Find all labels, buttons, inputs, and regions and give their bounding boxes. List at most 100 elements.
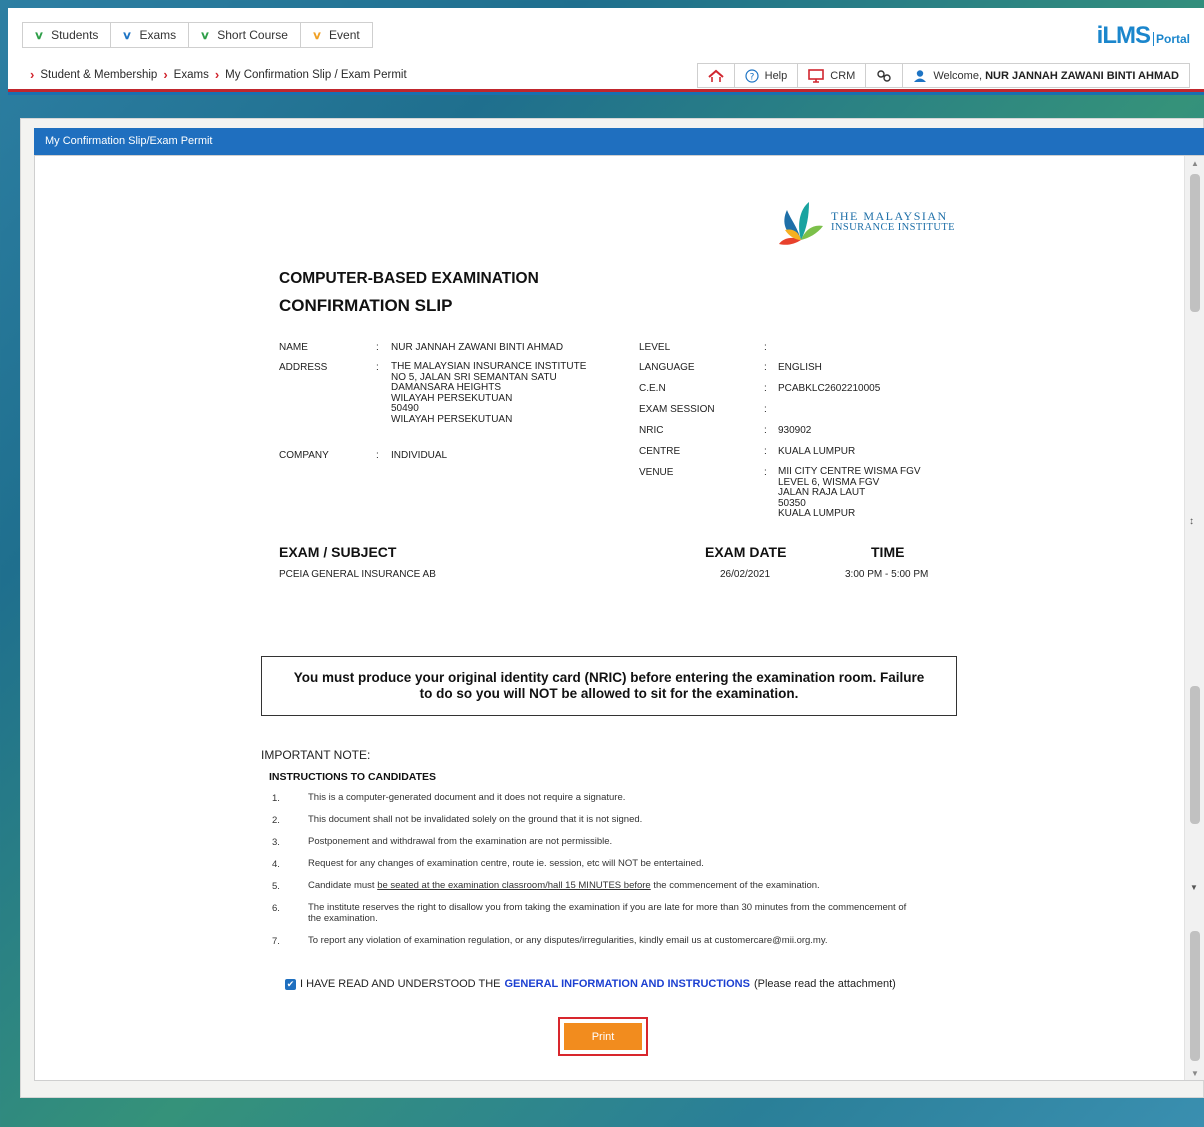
company-value: INDIVIDUAL bbox=[391, 450, 448, 461]
name-value: NUR JANNAH ZAWANI BINTI AHMAD bbox=[391, 342, 564, 353]
breadcrumb-student-membership[interactable]: Student & Membership bbox=[40, 69, 157, 81]
name-label: NAME bbox=[279, 342, 308, 353]
breadcrumb: › Student & Membership › Exams › My Conf… bbox=[30, 67, 407, 82]
scrollbar[interactable]: ▲ ↕ ▼ ▼ bbox=[1184, 156, 1204, 1080]
institute-line1: THE MALAYSIAN bbox=[831, 209, 948, 223]
crm-button[interactable]: CRM bbox=[798, 64, 867, 87]
menu-short-course-label: Short Course bbox=[217, 28, 288, 42]
chevron-right-icon: › bbox=[163, 67, 168, 82]
colon: : bbox=[764, 446, 767, 457]
instruction-number: 4. bbox=[272, 859, 280, 870]
menu-students[interactable]: ∨ Students bbox=[22, 22, 112, 48]
menu-event[interactable]: ∨ Event bbox=[299, 22, 373, 48]
chevron-down-icon: ∨ bbox=[199, 29, 211, 42]
time-value: 3:00 PM - 5:00 PM bbox=[845, 569, 929, 580]
home-button[interactable] bbox=[698, 64, 735, 87]
address-value: THE MALAYSIAN INSURANCE INSTITUTE NO 5, … bbox=[391, 361, 587, 425]
instruction-text: To report any violation of examination r… bbox=[308, 935, 828, 946]
help-button[interactable]: ? Help bbox=[735, 64, 799, 87]
colon: : bbox=[764, 404, 767, 415]
help-icon: ? bbox=[745, 68, 759, 83]
agreement: ✔ I HAVE READ AND UNDERSTOOD THE GENERAL… bbox=[285, 978, 896, 990]
user-menu[interactable]: Welcome, NUR JANNAH ZAWANI BINTI AHMAD bbox=[903, 64, 1189, 87]
nric-value: 930902 bbox=[778, 425, 812, 436]
venue-label: VENUE bbox=[639, 467, 674, 478]
scroll-up-icon[interactable]: ▲ bbox=[1185, 156, 1204, 172]
instruction-text: The institute reserves the right to disa… bbox=[308, 902, 907, 924]
scroll-down-small-icon[interactable]: ▼ bbox=[1190, 883, 1198, 892]
scroll-resize-icon: ↕ bbox=[1189, 516, 1194, 527]
exam-session-label: EXAM SESSION bbox=[639, 404, 715, 415]
scroll-down-icon[interactable]: ▼ bbox=[1185, 1066, 1204, 1080]
breadcrumb-exams[interactable]: Exams bbox=[174, 69, 209, 81]
instructions-heading: INSTRUCTIONS TO CANDIDATES bbox=[269, 771, 437, 783]
instruction-text: Postponement and withdrawal from the exa… bbox=[308, 836, 613, 847]
scroll-thumb[interactable] bbox=[1190, 686, 1200, 824]
main-menu: ∨ Students ∨ Exams ∨ Short Course ∨ Even… bbox=[22, 22, 373, 48]
logo-portal: Portal bbox=[1152, 32, 1190, 46]
colon: : bbox=[764, 342, 767, 353]
exam-subject-header: EXAM / SUBJECT bbox=[279, 544, 397, 560]
ilms-portal-logo[interactable]: iLMS Portal bbox=[1097, 22, 1190, 50]
colon: : bbox=[764, 425, 767, 436]
logo-brand: iLMS bbox=[1096, 22, 1151, 49]
help-label: Help bbox=[764, 69, 788, 82]
menu-short-course[interactable]: ∨ Short Course bbox=[188, 22, 301, 48]
cen-label: C.E.N bbox=[639, 383, 666, 394]
doc-title: COMPUTER-BASED EXAMINATION bbox=[279, 270, 539, 287]
nric-notice: You must produce your original identity … bbox=[261, 656, 957, 716]
instruction-number: 7. bbox=[272, 936, 280, 947]
menu-students-label: Students bbox=[51, 28, 99, 42]
instruction-text: This is a computer-generated document an… bbox=[308, 792, 626, 803]
important-note: IMPORTANT NOTE: bbox=[261, 748, 371, 762]
main-panel: My Confirmation Slip/Exam Permit THE MAL… bbox=[20, 118, 1204, 1098]
agreement-checkbox[interactable]: ✔ bbox=[285, 978, 296, 990]
breadcrumb-current: My Confirmation Slip / Exam Permit bbox=[225, 68, 407, 81]
scroll-thumb[interactable] bbox=[1190, 931, 1200, 1061]
nric-label: NRIC bbox=[639, 425, 664, 436]
address-label: ADDRESS bbox=[279, 362, 328, 373]
menu-event-label: Event bbox=[329, 28, 360, 42]
exam-subject-value: PCEIA GENERAL INSURANCE AB bbox=[279, 569, 436, 580]
chevron-down-icon: ∨ bbox=[122, 29, 133, 42]
menu-exams[interactable]: ∨ Exams bbox=[110, 22, 190, 48]
chevron-down-icon: ∨ bbox=[311, 29, 323, 42]
venue-value: MII CITY CENTRE WISMA FGV LEVEL 6, WISMA… bbox=[778, 466, 921, 519]
language-value: ENGLISH bbox=[778, 362, 822, 373]
instruction-number: 6. bbox=[272, 903, 280, 914]
menu-exams-label: Exams bbox=[139, 28, 177, 42]
institute-name: THE MALAYSIAN INSURANCE INSTITUTE bbox=[831, 209, 955, 233]
monitor-icon bbox=[808, 68, 825, 83]
agreement-text: I HAVE READ AND UNDERSTOOD THE bbox=[300, 978, 501, 990]
centre-label: CENTRE bbox=[639, 446, 681, 457]
crm-label: CRM bbox=[830, 69, 856, 82]
confirmation-slip-document: THE MALAYSIAN INSURANCE INSTITUTE COMPUT… bbox=[34, 155, 1204, 1081]
colon: : bbox=[764, 362, 767, 373]
exam-date-value: 26/02/2021 bbox=[720, 569, 771, 580]
user-name: NUR JANNAH ZAWANI BINTI AHMAD bbox=[985, 69, 1179, 82]
panel-title: My Confirmation Slip/Exam Permit bbox=[34, 128, 1204, 155]
scroll-thumb[interactable] bbox=[1190, 174, 1200, 312]
institute-line2: INSURANCE INSTITUTE bbox=[831, 222, 955, 233]
instruction-number: 5. bbox=[272, 881, 280, 892]
print-button[interactable]: Print bbox=[564, 1023, 642, 1050]
language-label: LANGUAGE bbox=[639, 362, 695, 373]
level-label: LEVEL bbox=[639, 342, 671, 353]
instruction-number: 1. bbox=[272, 793, 280, 804]
colon: : bbox=[764, 467, 767, 478]
doc-subtitle: CONFIRMATION SLIP bbox=[279, 296, 453, 315]
instruction-text: This document shall not be invalidated s… bbox=[308, 814, 643, 825]
colon: : bbox=[764, 383, 767, 394]
colon: : bbox=[376, 342, 379, 353]
svg-text:?: ? bbox=[749, 72, 754, 82]
user-icon bbox=[913, 69, 927, 83]
centre-value: KUALA LUMPUR bbox=[778, 446, 856, 457]
link-icon bbox=[876, 69, 892, 83]
company-label: COMPANY bbox=[279, 450, 329, 461]
instruction-number: 3. bbox=[272, 837, 280, 848]
instruction-text: Request for any changes of examination c… bbox=[308, 858, 704, 869]
general-information-link[interactable]: GENERAL INFORMATION AND INSTRUCTIONS bbox=[504, 978, 749, 990]
chevron-down-icon: ∨ bbox=[33, 29, 45, 42]
colon: : bbox=[376, 450, 379, 461]
link-button[interactable] bbox=[866, 64, 904, 87]
